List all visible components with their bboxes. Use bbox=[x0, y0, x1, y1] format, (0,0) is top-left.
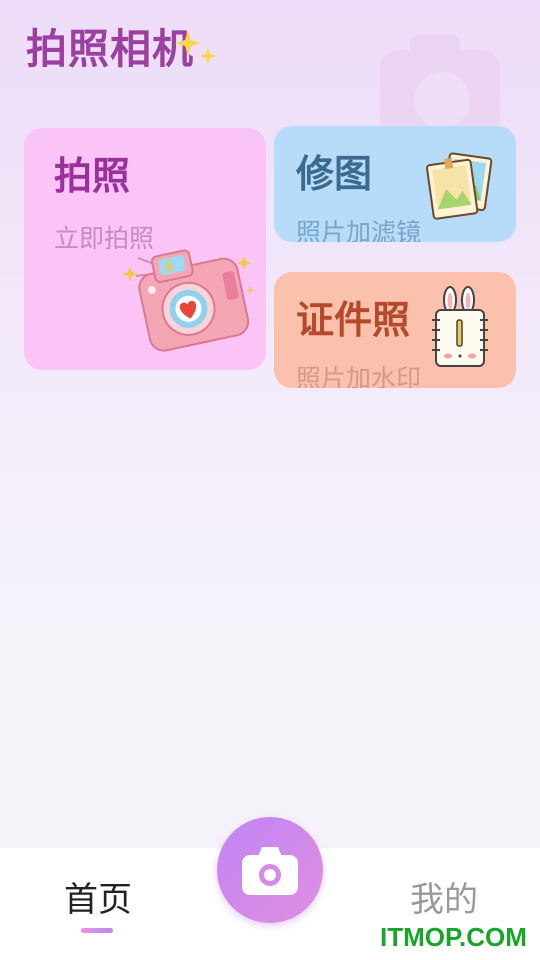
take-photo-title: 拍照 bbox=[54, 154, 131, 198]
tab-home[interactable]: 首页 bbox=[64, 880, 132, 920]
camera-icon bbox=[242, 847, 298, 895]
picture-frame-icon bbox=[426, 152, 493, 220]
camera-button[interactable] bbox=[217, 817, 323, 923]
id-photo-subtitle: 照片加水印 bbox=[296, 364, 422, 388]
edit-photo-title: 修图 bbox=[296, 152, 373, 196]
take-photo-card[interactable]: 拍照 立即拍照 bbox=[24, 128, 266, 370]
edit-photo-subtitle: 照片加滤镜 bbox=[296, 218, 422, 242]
bunny-notebook-icon bbox=[432, 286, 488, 367]
id-photo-card[interactable]: 证件照 照片加水印 bbox=[274, 272, 516, 388]
camera-illustration-icon bbox=[122, 249, 254, 352]
app-title: 拍照相机 bbox=[26, 25, 194, 73]
sparkle-icon bbox=[175, 30, 216, 64]
edit-photo-card[interactable]: 修图 照片加滤镜 bbox=[274, 126, 516, 242]
tab-active-indicator bbox=[81, 928, 113, 933]
tab-mine[interactable]: 我的 bbox=[410, 880, 478, 920]
watermark-text: ITMOP.COM bbox=[380, 922, 527, 952]
id-photo-title: 证件照 bbox=[296, 298, 411, 342]
